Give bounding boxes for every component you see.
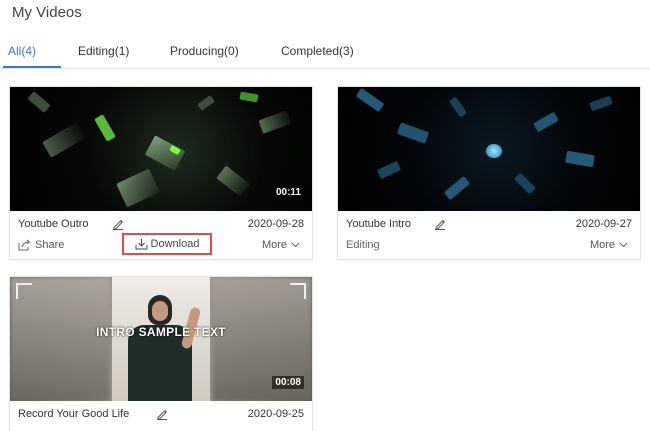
pencil-icon[interactable] bbox=[434, 218, 446, 230]
video-card: 00:11 Youtube Outro 2020-09-28 Share Dow… bbox=[9, 86, 313, 260]
share-button[interactable]: Share bbox=[18, 239, 64, 251]
share-icon bbox=[18, 239, 31, 251]
video-thumbnail[interactable]: INTRO SAMPLE TEXT 00:08 bbox=[10, 277, 312, 401]
more-button[interactable]: More bbox=[262, 239, 300, 251]
page-title: My Videos bbox=[12, 4, 82, 21]
video-card: INTRO SAMPLE TEXT 00:08 Record Your Good… bbox=[9, 276, 313, 431]
tab-producing[interactable]: Producing(0) bbox=[170, 44, 239, 58]
download-label: Download bbox=[150, 238, 200, 250]
tab-editing[interactable]: Editing(1) bbox=[78, 44, 129, 58]
download-button[interactable]: Download bbox=[122, 233, 212, 255]
chevron-down-icon bbox=[291, 242, 300, 248]
status-label: Editing bbox=[346, 239, 380, 251]
more-label: More bbox=[589, 239, 615, 251]
more-button[interactable]: More bbox=[590, 239, 628, 251]
active-tab-indicator bbox=[3, 66, 61, 68]
video-thumbnail[interactable] bbox=[338, 87, 640, 211]
pencil-icon[interactable] bbox=[112, 218, 124, 230]
chevron-down-icon bbox=[619, 242, 628, 248]
video-title: Record Your Good Life bbox=[18, 408, 130, 420]
share-label: Share bbox=[35, 239, 65, 251]
video-duration: 00:11 bbox=[272, 186, 304, 199]
tab-completed[interactable]: Completed(3) bbox=[281, 44, 354, 58]
pencil-icon[interactable] bbox=[156, 408, 168, 420]
video-duration: 00:08 bbox=[272, 376, 304, 389]
video-date: 2020-09-27 bbox=[575, 218, 632, 230]
video-card: Youtube Intro 2020-09-27 Editing More bbox=[337, 86, 641, 260]
tab-all[interactable]: All(4) bbox=[8, 44, 36, 58]
video-date: 2020-09-28 bbox=[247, 218, 304, 230]
video-date: 2020-09-25 bbox=[247, 408, 304, 420]
download-icon bbox=[135, 239, 148, 250]
video-title: Youtube Outro bbox=[18, 218, 89, 230]
video-overlay-text: INTRO SAMPLE TEXT bbox=[96, 325, 226, 339]
more-label: More bbox=[261, 239, 287, 251]
video-title: Youtube Intro bbox=[346, 218, 412, 230]
video-thumbnail[interactable]: 00:11 bbox=[10, 87, 312, 211]
tab-bar: All(4) Editing(1) Producing(0) Completed… bbox=[0, 36, 650, 69]
